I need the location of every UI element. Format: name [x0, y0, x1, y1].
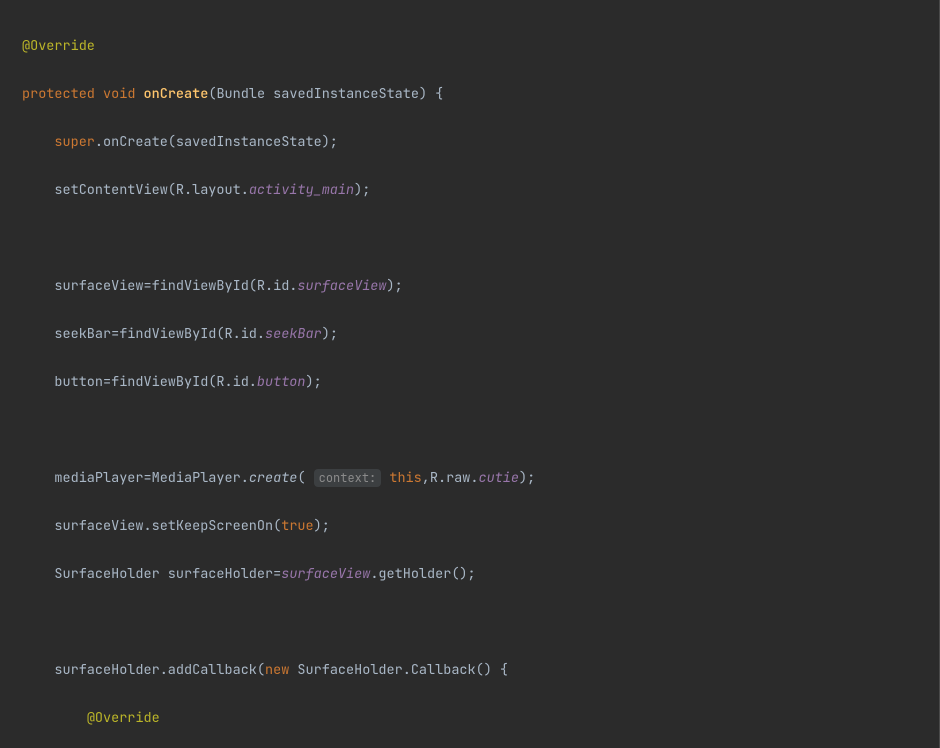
code-line-blank: [0, 418, 939, 442]
code-editor[interactable]: @Override protected void onCreate(Bundle…: [0, 0, 940, 748]
method-onCreate: onCreate: [144, 85, 209, 103]
param-hint-context: context:: [314, 469, 382, 487]
code-line: surfaceHolder.addCallback(new SurfaceHol…: [0, 658, 939, 682]
code-line: super.onCreate(savedInstanceState);: [0, 130, 939, 154]
code-line-blank: [0, 610, 939, 634]
code-line: surfaceView=findViewById(R.id.surfaceVie…: [0, 274, 939, 298]
code-line: mediaPlayer=MediaPlayer.create( context:…: [0, 466, 939, 490]
annotation-override: @Override: [22, 37, 95, 55]
code-line-blank: [0, 226, 939, 250]
code-line: protected void onCreate(Bundle savedInst…: [0, 82, 939, 106]
code-line: button=findViewById(R.id.button);: [0, 370, 939, 394]
code-line: @Override: [0, 706, 939, 730]
code-line: @Override: [0, 34, 939, 58]
code-line: SurfaceHolder surfaceHolder=surfaceView.…: [0, 562, 939, 586]
code-line: setContentView(R.layout.activity_main);: [0, 178, 939, 202]
annotation-override: @Override: [87, 709, 160, 727]
code-line: seekBar=findViewById(R.id.seekBar);: [0, 322, 939, 346]
code-line: surfaceView.setKeepScreenOn(true);: [0, 514, 939, 538]
